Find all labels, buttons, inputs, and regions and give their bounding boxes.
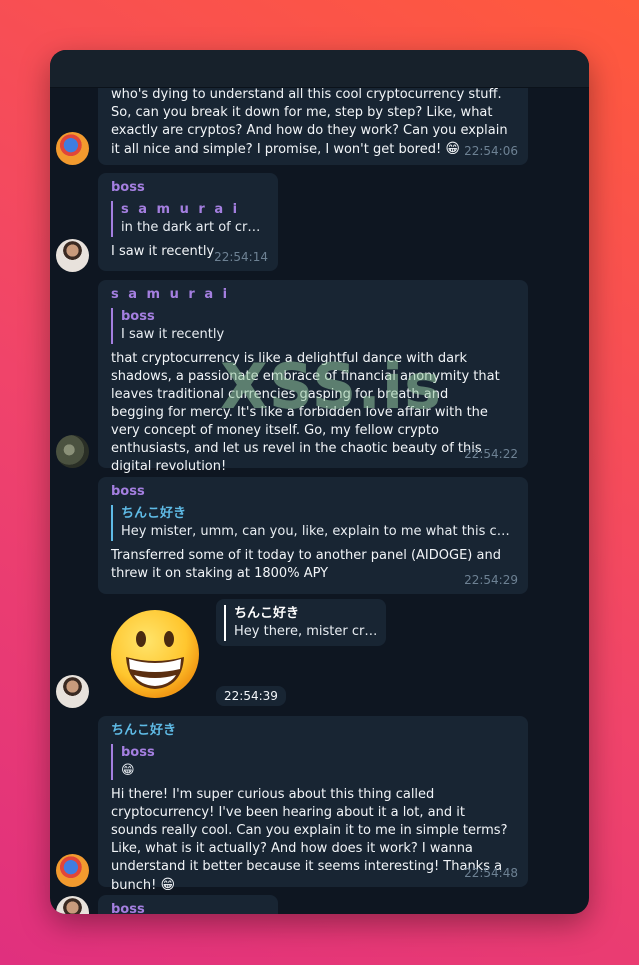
sender-name[interactable]: boss [111, 483, 515, 501]
chat-window: who's dying to understand all this cool … [50, 50, 589, 914]
reply-author: boss [121, 745, 155, 760]
grin-emoji-icon: 😁 [445, 141, 460, 157]
message-time: 22:54:14 [214, 250, 268, 264]
message-bubble[interactable]: ちんこ好き boss 😁 Hi there! I'm super curious… [98, 716, 528, 893]
avatar[interactable] [56, 854, 89, 887]
reply-text: Hey there, mister cryp... [234, 624, 378, 639]
message-bubble[interactable]: boss s a m u r a i in the dark art of cr… [98, 173, 278, 271]
reply-author: s a m u r a i [121, 202, 240, 217]
watermark: XSS.is [220, 350, 443, 423]
reply-quote[interactable]: s a m u r a i in the dark art of crypt..… [111, 201, 265, 237]
grin-emoji-icon: 😁 [160, 877, 176, 893]
reply-text: Hey mister, umm, can you, like, explain … [121, 524, 515, 539]
avatar[interactable] [56, 435, 89, 468]
message-time: 22:54:48 [464, 866, 518, 880]
avatar[interactable] [56, 675, 89, 708]
reply-text: in the dark art of crypt... [121, 220, 265, 235]
message-bubble[interactable]: boss ちんこ好き Hey mister, umm, can you, lik… [98, 477, 528, 594]
reply-quote[interactable]: boss I saw it recently [111, 308, 515, 344]
reply-quote[interactable]: ちんこ好き Hey there, mister cryp... [216, 599, 386, 646]
message-bubble[interactable]: boss [98, 895, 278, 914]
message-bubble[interactable]: who's dying to understand all this cool … [98, 80, 528, 165]
avatar[interactable] [56, 239, 89, 272]
message-time: 22:54:22 [464, 447, 518, 461]
reply-quote[interactable]: ちんこ好き Hey mister, umm, can you, like, ex… [111, 505, 515, 541]
grin-sticker-icon [111, 610, 199, 698]
reply-text: I saw it recently [121, 327, 225, 342]
message-text: Hi there! I'm super curious about this t… [111, 786, 515, 895]
grin-emoji-icon: 😁 [121, 763, 135, 778]
avatar[interactable] [56, 896, 89, 914]
message-text: Transferred some of it today to another … [111, 548, 501, 581]
sticker-grin[interactable] [108, 607, 202, 701]
message-time: 22:54:39 [216, 686, 286, 706]
message-text: who's dying to understand all this cool … [111, 86, 515, 159]
sender-name[interactable]: boss [111, 179, 265, 197]
chat-header [50, 50, 589, 88]
sender-name[interactable]: s a m u r a i [111, 286, 515, 304]
reply-author: ちんこ好き [121, 506, 187, 521]
message-time: 22:54:29 [464, 573, 518, 587]
message-time: 22:54:06 [464, 144, 518, 158]
reply-quote[interactable]: boss 😁 [111, 744, 515, 780]
reply-author: ちんこ好き [234, 606, 300, 621]
avatar[interactable] [56, 132, 89, 165]
reply-author: boss [121, 309, 155, 324]
message-list[interactable]: who's dying to understand all this cool … [50, 50, 589, 914]
sender-name[interactable]: boss [111, 901, 265, 914]
sender-name[interactable]: ちんこ好き [111, 722, 515, 740]
